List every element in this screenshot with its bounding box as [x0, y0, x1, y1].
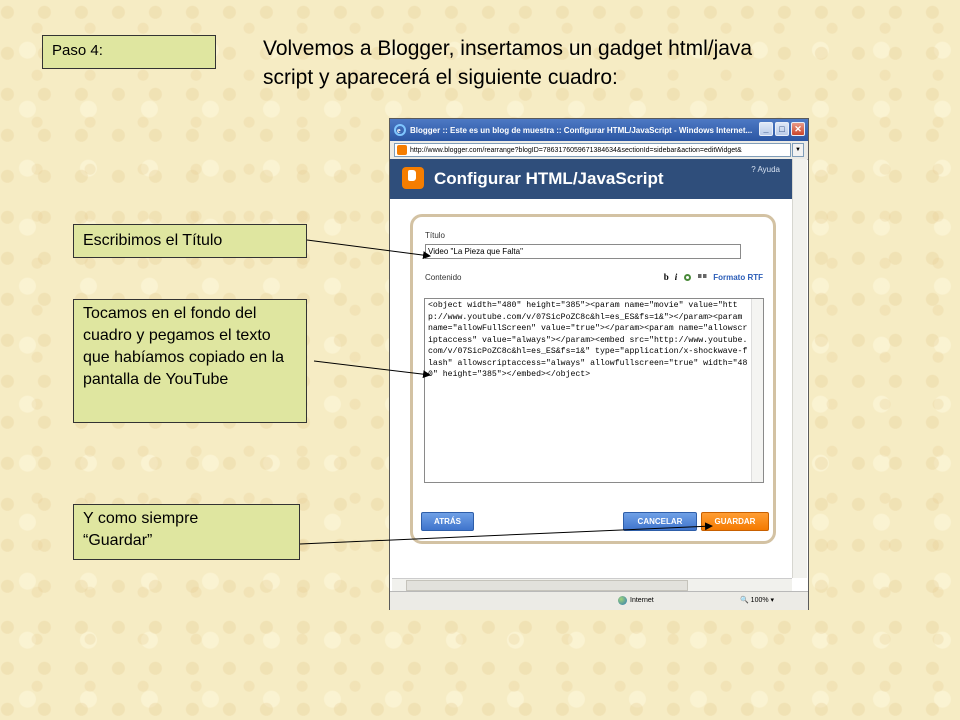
svg-text:e: e	[397, 126, 401, 135]
quote-icon[interactable]	[698, 273, 707, 282]
content-label: Contenido	[425, 273, 462, 282]
rtf-format-link[interactable]: Formato RTF	[713, 273, 763, 282]
back-button[interactable]: ATRÁS	[421, 512, 474, 531]
callout-title: Escribimos el Título	[73, 224, 307, 258]
content-textarea[interactable]: <object width="480" height="385"><param …	[424, 298, 764, 483]
zoom-level: 100%	[750, 597, 769, 604]
blogger-logo-icon	[402, 167, 424, 189]
bold-button[interactable]: b	[664, 272, 669, 282]
gadget-form: Título Video "La Pieza que Falta" Conten…	[410, 214, 776, 544]
security-zone: Internet	[618, 596, 654, 605]
link-icon[interactable]	[683, 273, 692, 282]
callout-save-line-1: Y como siempre	[83, 510, 199, 527]
callout-save-line-2: “Guardar”	[83, 532, 153, 549]
address-input[interactable]: http://www.blogger.com/rearrange?blogID=…	[394, 143, 791, 157]
page-content: Configurar HTML/JavaScript ? Ayuda Títul…	[390, 159, 792, 578]
blogger-favicon-icon	[397, 145, 407, 155]
zoom-icon: 🔍	[740, 597, 749, 604]
zoom-control[interactable]: 🔍 100% ▾	[740, 596, 774, 604]
address-text: http://www.blogger.com/rearrange?blogID=…	[410, 146, 742, 154]
dialog-title: Configurar HTML/JavaScript	[434, 169, 664, 188]
title-label: Título	[425, 231, 446, 240]
title-input[interactable]: Video "La Pieza que Falta"	[425, 244, 741, 259]
italic-button[interactable]: i	[675, 272, 678, 282]
heading-line-1: Volvemos a Blogger, insertamos un gadget…	[263, 37, 753, 60]
window-titlebar[interactable]: e Blogger :: Este es un blog de muestra …	[390, 119, 808, 141]
page-vertical-scrollbar[interactable]	[792, 159, 807, 578]
step-label: Paso 4:	[42, 35, 216, 69]
address-dropdown-icon[interactable]: ▼	[792, 143, 804, 157]
content-text: <object width="480" height="385"><param …	[428, 301, 748, 379]
ie-logo-icon: e	[394, 124, 406, 136]
dialog-header: Configurar HTML/JavaScript ? Ayuda	[390, 159, 792, 199]
minimize-button[interactable]: _	[759, 122, 773, 136]
zone-label: Internet	[630, 597, 654, 604]
editor-toolbar: b i Formato RTF	[664, 272, 763, 282]
window-title: Blogger :: Este es un blog de muestra ::…	[410, 125, 753, 135]
page-horizontal-scrollbar[interactable]	[392, 578, 792, 591]
status-bar: Internet 🔍 100% ▾	[390, 591, 808, 610]
zoom-dropdown-icon: ▾	[770, 597, 775, 604]
callout-paste: Tocamos en el fondo del cuadro y pegamos…	[73, 299, 307, 423]
textarea-scrollbar[interactable]	[751, 299, 763, 482]
maximize-button[interactable]: □	[775, 122, 789, 136]
callout-save: Y como siempre “Guardar”	[73, 504, 300, 560]
close-button[interactable]: ✕	[791, 122, 805, 136]
address-bar: http://www.blogger.com/rearrange?blogID=…	[390, 141, 808, 160]
save-button[interactable]: GUARDAR	[701, 512, 769, 531]
help-link[interactable]: ? Ayuda	[751, 165, 780, 174]
slide-heading: Volvemos a Blogger, insertamos un gadget…	[263, 34, 863, 92]
heading-line-2: script y aparecerá el siguiente cuadro:	[263, 66, 618, 89]
globe-icon	[618, 596, 627, 605]
browser-window: e Blogger :: Este es un blog de muestra …	[389, 118, 809, 610]
cancel-button[interactable]: CANCELAR	[623, 512, 697, 531]
horizontal-scroll-thumb[interactable]	[406, 580, 688, 591]
